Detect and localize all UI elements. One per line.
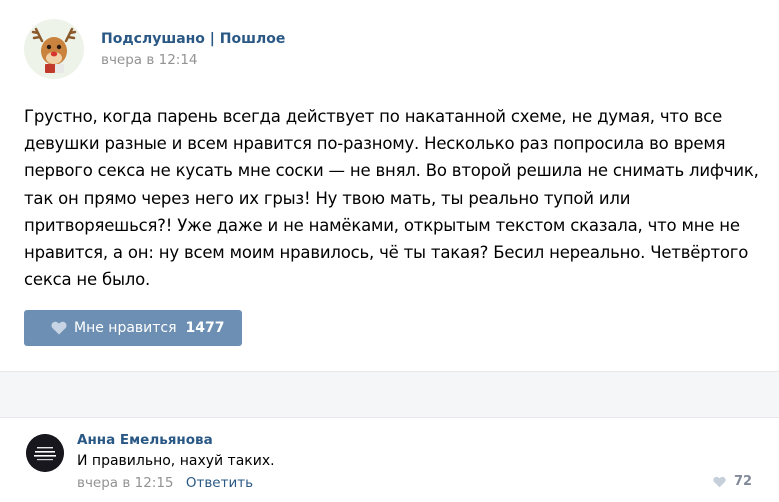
comment-like-button[interactable]: 72: [713, 474, 752, 489]
post-author-link[interactable]: Подслушано | Пошлое: [101, 31, 285, 47]
reply-link[interactable]: Ответить: [186, 475, 253, 491]
comment-author-link[interactable]: Анна Емельянова: [77, 432, 213, 448]
commenter-avatar[interactable]: [26, 434, 64, 472]
community-avatar[interactable]: [24, 19, 84, 79]
like-count: 1477: [185, 320, 225, 336]
like-button[interactable]: Мне нравится 1477: [24, 310, 242, 346]
heart-icon: [51, 321, 67, 335]
dark-avatar-icon: [26, 434, 64, 472]
section-divider: [0, 371, 779, 418]
comment-like-count: 72: [734, 474, 753, 489]
comment-meta: вчера в 12:15 Ответить: [77, 475, 253, 491]
heart-icon: [713, 476, 726, 487]
like-label: Мне нравится: [74, 320, 177, 336]
reindeer-avatar-icon: [24, 19, 84, 79]
post-timestamp[interactable]: вчера в 12:14: [101, 52, 198, 68]
post-text: Грустно, когда парень всегда действует п…: [24, 107, 759, 290]
comment-timestamp[interactable]: вчера в 12:15: [77, 475, 174, 491]
comment-text: И правильно, нахуй таких.: [77, 453, 275, 469]
